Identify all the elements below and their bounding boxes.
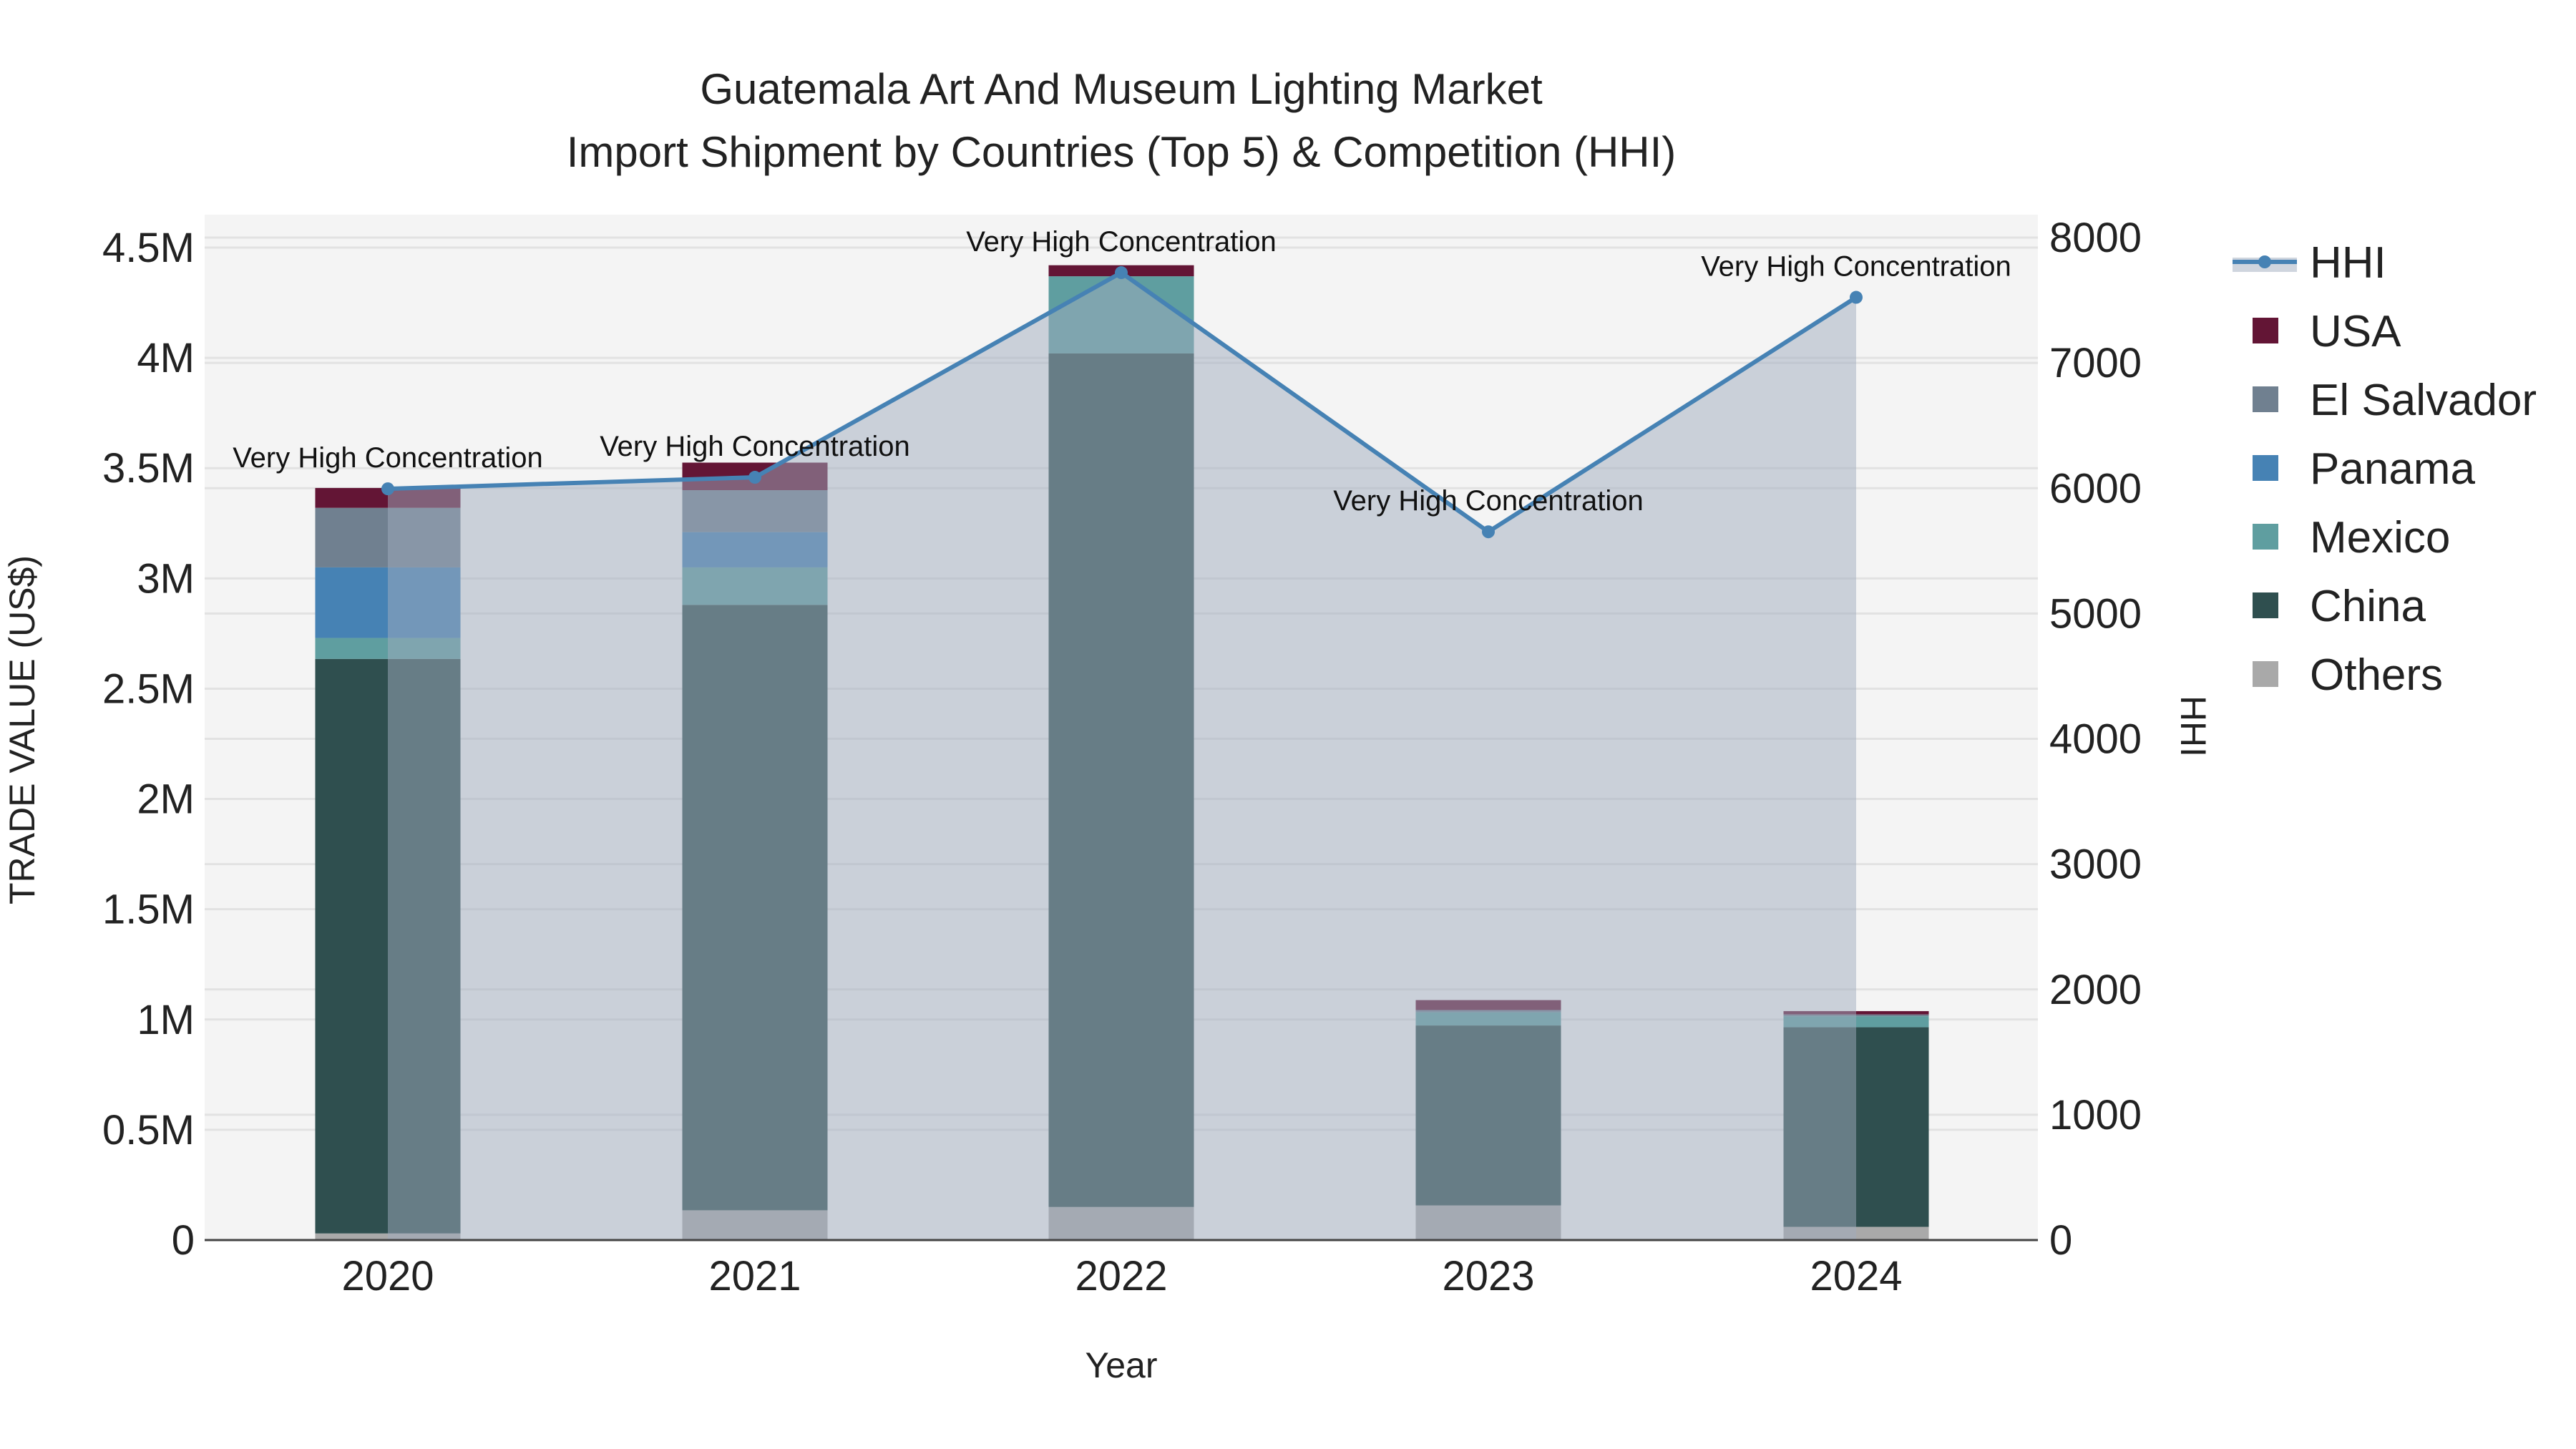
legend-label: HHI	[2310, 238, 2386, 288]
chart-title-line1: Guatemala Art And Museum Lighting Market	[700, 65, 1543, 113]
legend-swatch	[2253, 524, 2278, 550]
y-tick-label: 4M	[137, 335, 195, 381]
legend-item-panama[interactable]: Panama	[2253, 444, 2475, 494]
legend-swatch	[2253, 318, 2278, 343]
y2-tick-label: 2000	[2049, 967, 2142, 1013]
y2-tick-label: 7000	[2049, 340, 2142, 386]
y-tick-label: 1M	[137, 997, 195, 1043]
y2-tick-label: 6000	[2049, 465, 2142, 512]
hhi-annotation: Very High Concentration	[233, 442, 543, 474]
x-tick-label: 2023	[1442, 1253, 1534, 1299]
y-tick-label: 0	[172, 1217, 195, 1264]
y-axis-label: TRADE VALUE (US$)	[2, 555, 42, 904]
hhi-point-2022	[1115, 266, 1128, 280]
legend-item-others[interactable]: Others	[2253, 650, 2443, 700]
y-tick-label: 0.5M	[102, 1107, 195, 1153]
y2-tick-label: 3000	[2049, 841, 2142, 888]
y-tick-label: 3M	[137, 555, 195, 602]
legend-swatch	[2253, 455, 2278, 481]
y2-tick-label: 4000	[2049, 716, 2142, 763]
hhi-point-2020	[381, 482, 394, 496]
y-tick-label: 1.5M	[102, 887, 195, 933]
x-axis-label: Year	[1085, 1345, 1157, 1385]
y-tick-label: 2.5M	[102, 665, 195, 712]
hhi-point-2023	[1482, 525, 1495, 539]
hhi-point-2021	[748, 471, 761, 484]
legend-label: El Salvador	[2310, 376, 2537, 425]
y2-tick-label: 1000	[2049, 1092, 2142, 1138]
y-tick-label: 4.5M	[102, 225, 195, 271]
chart-title-line2: Import Shipment by Countries (Top 5) & C…	[567, 128, 1677, 176]
legend-label: Panama	[2310, 444, 2475, 494]
x-tick-label: 2020	[341, 1253, 434, 1299]
hhi-annotation: Very High Concentration	[1701, 251, 2011, 283]
legend-label: USA	[2310, 307, 2401, 356]
legend-item-china[interactable]: China	[2253, 582, 2426, 631]
x-tick-label: 2022	[1075, 1253, 1167, 1299]
y-tick-label: 3.5M	[102, 445, 195, 492]
x-tick-label: 2021	[708, 1253, 801, 1299]
hhi-annotation: Very High Concentration	[600, 431, 910, 462]
y2-tick-label: 8000	[2049, 215, 2142, 261]
legend-label: China	[2310, 582, 2426, 631]
legend-item-hhi[interactable]: HHI	[2233, 238, 2386, 288]
hhi-annotation: Very High Concentration	[966, 226, 1277, 258]
y-tick-label: 2M	[137, 776, 195, 823]
y2-tick-label: 0	[2049, 1217, 2072, 1264]
legend-label: Mexico	[2310, 513, 2450, 562]
hhi-annotation: Very High Concentration	[1333, 485, 1644, 517]
x-tick-label: 2024	[1810, 1253, 1902, 1299]
y2-axis-label: HHI	[2173, 696, 2213, 757]
y2-tick-label: 5000	[2049, 590, 2142, 637]
legend-hhi-marker	[2258, 255, 2271, 268]
legend-item-el-salvador[interactable]: El Salvador	[2253, 376, 2537, 425]
legend-swatch	[2253, 386, 2278, 412]
legend-item-mexico[interactable]: Mexico	[2253, 513, 2450, 562]
legend-label: Others	[2310, 650, 2443, 700]
legend: HHI USA El Salvador Panama Mexico China Others	[2233, 238, 2537, 700]
legend-swatch	[2253, 592, 2278, 618]
legend-item-usa[interactable]: USA	[2253, 307, 2401, 356]
hhi-point-2024	[1850, 291, 1863, 304]
chart: Very High Concentration Very High Concent…	[2, 65, 2537, 1385]
legend-swatch	[2253, 661, 2278, 687]
